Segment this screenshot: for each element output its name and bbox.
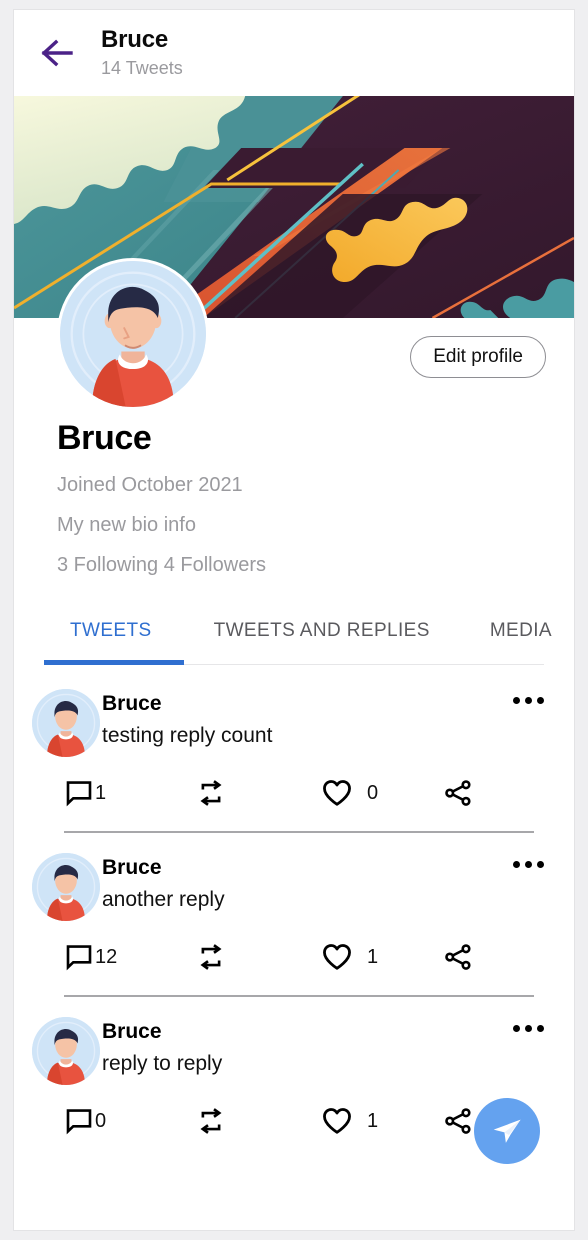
- comment-action[interactable]: 1: [64, 778, 196, 808]
- profile-follow-stats: 3 Following 4 Followers: [57, 554, 266, 576]
- send-icon: [493, 1119, 521, 1143]
- profile-screen: Bruce 14 Tweets Edit profile Bruce Joine…: [0, 0, 588, 1240]
- tweet-content: Bruce another reply: [102, 851, 508, 915]
- tweet-avatar[interactable]: [32, 1017, 100, 1085]
- tweet-avatar[interactable]: [32, 689, 100, 757]
- retweet-icon: [200, 780, 222, 806]
- heart-icon: [323, 944, 351, 970]
- tweet-actions: 12 1: [32, 933, 556, 981]
- header-titles: Bruce 14 Tweets: [101, 26, 183, 80]
- tab-tweets[interactable]: TWEETS: [70, 620, 152, 652]
- retweet-action[interactable]: [196, 1106, 321, 1136]
- tweet-item[interactable]: Bruce another reply 12 1: [14, 833, 574, 997]
- like-action[interactable]: 1: [321, 941, 443, 973]
- tweet-author: Bruce: [102, 692, 162, 715]
- app-header: Bruce 14 Tweets: [14, 10, 574, 96]
- retweet-action[interactable]: [196, 778, 321, 808]
- profile-avatar[interactable]: [57, 258, 209, 410]
- user-avatar-image: [60, 261, 206, 407]
- like-count: 1: [367, 946, 379, 968]
- comment-action[interactable]: 12: [64, 942, 196, 972]
- profile-joined-date: Joined October 2021: [57, 474, 243, 496]
- share-icon: [445, 944, 471, 970]
- tweet-text: reply to reply: [102, 1052, 223, 1075]
- profile-tabs: TWEETS TWEETS AND REPLIES MEDIA: [44, 608, 552, 665]
- tweet-header: Bruce testing reply count: [32, 687, 556, 757]
- like-action[interactable]: 0: [321, 777, 443, 809]
- tweet-header: Bruce reply to reply: [32, 1015, 556, 1085]
- retweet-icon: [200, 1108, 222, 1134]
- tweet-author: Bruce: [102, 1020, 162, 1043]
- tweet-item[interactable]: Bruce testing reply count 1 0: [14, 669, 574, 833]
- comment-icon: [66, 945, 92, 971]
- tweet-actions: 1 0: [32, 769, 556, 817]
- compose-tweet-button[interactable]: [474, 1098, 540, 1164]
- like-count: 0: [367, 782, 379, 804]
- tweet-content: Bruce testing reply count: [102, 687, 508, 751]
- tweet-avatar[interactable]: [32, 853, 100, 921]
- share-action[interactable]: [443, 778, 503, 808]
- profile-card: Bruce 14 Tweets Edit profile Bruce Joine…: [13, 9, 575, 1231]
- like-count: 1: [367, 1110, 379, 1132]
- comment-count: 1: [95, 782, 107, 804]
- tab-tweets-and-replies[interactable]: TWEETS AND REPLIES: [214, 620, 430, 652]
- tweet-author: Bruce: [102, 856, 162, 879]
- active-tab-indicator: [44, 660, 184, 665]
- tweet-header: Bruce another reply: [32, 851, 556, 921]
- comment-action[interactable]: 0: [64, 1106, 196, 1136]
- heart-icon: [323, 780, 351, 806]
- tweet-content: Bruce reply to reply: [102, 1015, 508, 1079]
- back-arrow-icon[interactable]: [38, 33, 78, 73]
- comment-count: 12: [95, 946, 118, 968]
- tweet-feed: Bruce testing reply count 1 0 Bruce anot…: [14, 665, 574, 1145]
- edit-profile-button[interactable]: Edit profile: [410, 336, 546, 378]
- profile-name: Bruce: [57, 419, 152, 457]
- comment-icon: [66, 1109, 92, 1135]
- retweet-icon: [200, 944, 222, 970]
- comment-icon: [66, 781, 92, 807]
- share-action[interactable]: [443, 942, 503, 972]
- more-horizontal-icon[interactable]: [508, 1015, 548, 1032]
- header-subtitle: 14 Tweets: [101, 58, 183, 78]
- retweet-action[interactable]: [196, 942, 321, 972]
- more-horizontal-icon[interactable]: [508, 851, 548, 868]
- header-title: Bruce: [101, 26, 169, 53]
- tab-media[interactable]: MEDIA: [490, 620, 552, 652]
- tweet-text: testing reply count: [102, 724, 273, 747]
- profile-bio: My new bio info: [57, 514, 196, 536]
- share-icon: [445, 1108, 471, 1134]
- profile-section: Edit profile Bruce Joined October 2021 M…: [14, 258, 574, 665]
- like-action[interactable]: 1: [321, 1105, 443, 1137]
- more-horizontal-icon[interactable]: [508, 687, 548, 704]
- heart-icon: [323, 1108, 351, 1134]
- share-icon: [445, 780, 471, 806]
- comment-count: 0: [95, 1110, 107, 1132]
- tweet-text: another reply: [102, 888, 225, 911]
